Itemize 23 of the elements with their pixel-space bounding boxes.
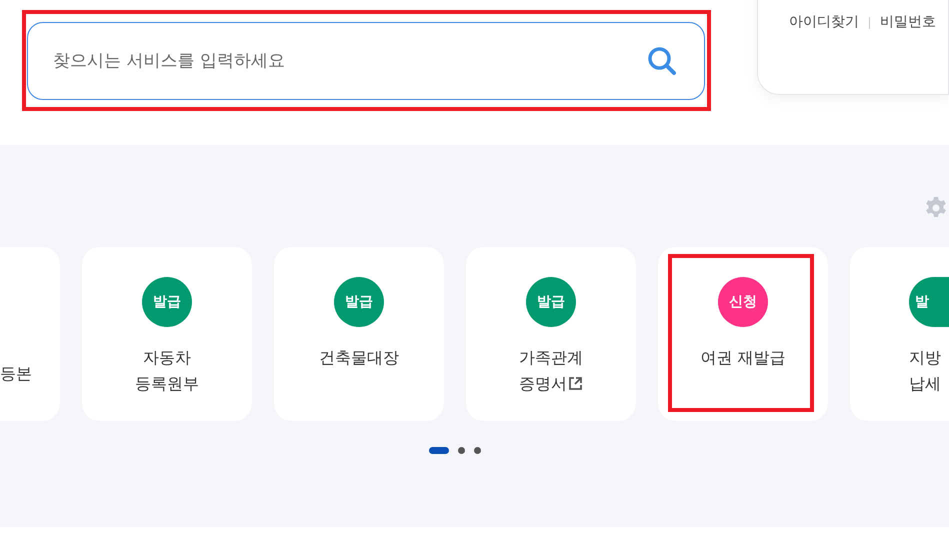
service-card[interactable]: 등본 (0, 247, 60, 421)
service-label: 등본 (0, 363, 32, 385)
pager-dot[interactable] (474, 447, 480, 454)
service-badge: 발급 (334, 277, 384, 327)
account-link[interactable]: 아이디찾기 (789, 13, 859, 31)
service-badge: 발 (909, 277, 949, 327)
service-card[interactable]: 발 지방 납세 (850, 247, 949, 421)
service-label: 가족관계 증명서 (519, 347, 583, 395)
service-badge: 신청 (718, 277, 768, 327)
service-card[interactable]: 신청 여권 재발급 (658, 247, 828, 421)
service-badge: 발급 (142, 277, 192, 327)
service-label: 지방 납세 (909, 347, 941, 395)
search-field[interactable]: 찾으시는 서비스를 입력하세요 (27, 22, 705, 100)
pager-dot[interactable] (458, 447, 464, 454)
service-card[interactable]: 발급 자동차 등록원부 (82, 247, 252, 421)
service-label: 자동차 등록원부 (135, 347, 199, 395)
service-card[interactable]: 발급 가족관계 증명서 (466, 247, 636, 421)
search-icon[interactable] (647, 46, 677, 76)
service-card[interactable]: 발급 건축물대장 (274, 247, 444, 421)
service-label: 여권 재발급 (700, 347, 786, 369)
service-label: 건축물대장 (319, 347, 399, 369)
account-link[interactable]: 비밀번호 (880, 13, 936, 31)
service-badge: 발급 (526, 277, 576, 327)
